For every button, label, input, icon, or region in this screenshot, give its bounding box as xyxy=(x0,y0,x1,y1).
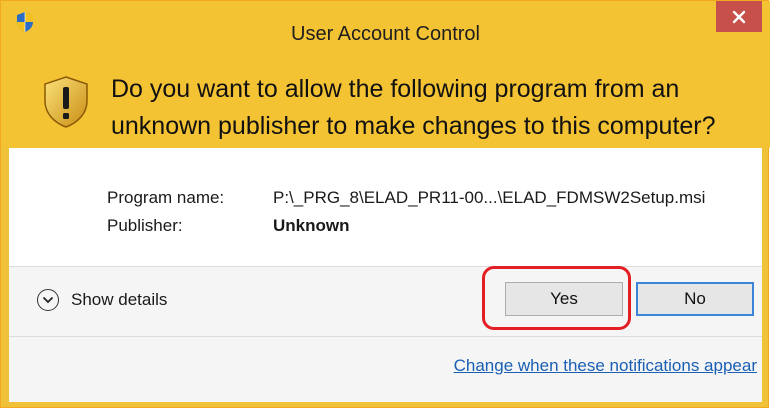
program-name-label: Program name: xyxy=(107,188,225,207)
title-bar: User Account Control xyxy=(1,1,770,49)
chevron-down-icon xyxy=(37,289,59,311)
publisher-row: Publisher: Unknown xyxy=(107,216,350,236)
change-notifications-link[interactable]: Change when these notifications appear xyxy=(454,356,757,376)
warning-shield-icon xyxy=(44,76,88,128)
yes-button-highlight xyxy=(482,266,631,330)
uac-dialog: User Account Control Do you want to allo… xyxy=(0,0,770,408)
close-icon xyxy=(732,10,746,23)
close-button[interactable] xyxy=(716,1,762,32)
show-details-label: Show details xyxy=(71,290,168,309)
program-name-row: Program name: P:\_PRG_8\ELAD_PR11-00...\E… xyxy=(107,188,705,208)
window-title: User Account Control xyxy=(291,23,480,45)
program-name-value: P:\_PRG_8\ELAD_PR11-00...\ELAD_FDMSW2Set… xyxy=(273,188,706,207)
divider-bottom xyxy=(9,336,762,337)
warning-banner: Do you want to allow the following progr… xyxy=(1,49,770,148)
program-info: Program name: P:\_PRG_8\ELAD_PR11-00...\E… xyxy=(9,148,762,266)
question-line-2: unknown publisher to make changes to thi… xyxy=(111,112,716,140)
divider-top xyxy=(9,266,762,267)
no-button[interactable]: No xyxy=(636,282,754,316)
question-line-1: Do you want to allow the following progr… xyxy=(111,75,680,103)
show-details-toggle[interactable]: Show details xyxy=(37,285,167,315)
publisher-label: Publisher: xyxy=(107,216,183,235)
prompt-question: Do you want to allow the following progr… xyxy=(111,71,761,145)
dialog-body: Program name: P:\_PRG_8\ELAD_PR11-00...\E… xyxy=(9,148,762,402)
publisher-value: Unknown xyxy=(273,216,350,235)
